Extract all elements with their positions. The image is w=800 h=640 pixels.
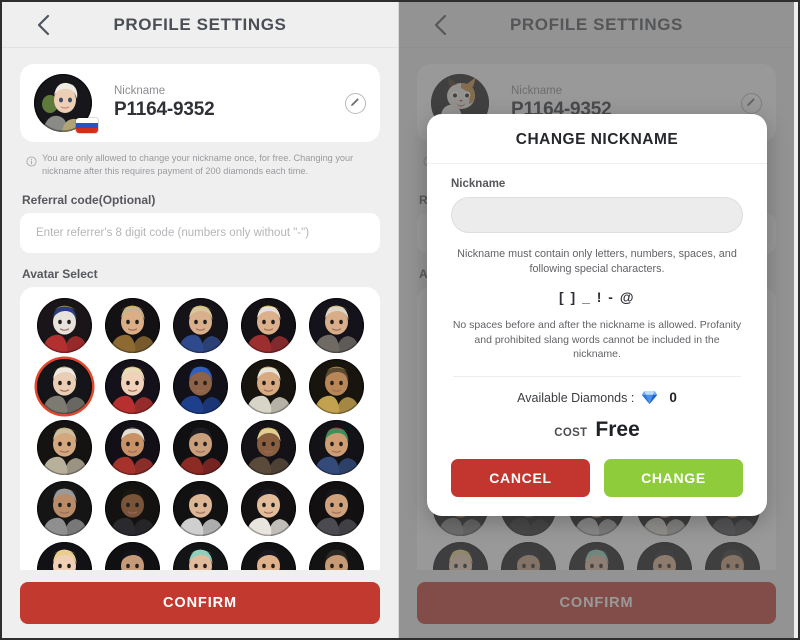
- panel-change-nickname-dialog: PROFILE SETTINGS: [398, 2, 794, 638]
- parrot-sailor-avatar[interactable]: [308, 419, 364, 475]
- laurel-thinker-avatar[interactable]: [240, 358, 296, 414]
- russia-flag-icon: [75, 117, 99, 134]
- pencil-icon: [350, 94, 361, 112]
- sunglasses-boy-avatar[interactable]: [240, 541, 296, 570]
- cost-value: Free: [595, 418, 640, 442]
- available-diamonds-label: Available Diamonds :: [517, 390, 635, 405]
- dialog-rule-text-1: Nickname must contain only letters, numb…: [457, 248, 737, 276]
- crowned-knight-avatar[interactable]: [172, 297, 228, 353]
- edit-nickname-button[interactable]: [345, 92, 366, 114]
- profile-card: Nickname P1164-9352: [20, 64, 380, 142]
- referral-code-label: Referral code(Optional): [22, 192, 156, 207]
- jester-king-avatar[interactable]: [36, 297, 92, 353]
- back-button[interactable]: [30, 12, 56, 38]
- praying-elder-avatar[interactable]: [36, 419, 92, 475]
- available-diamonds-row: Available Diamonds : 0: [451, 390, 743, 405]
- mint-hood-avatar[interactable]: [172, 541, 228, 570]
- chubby-boy-avatar[interactable]: [172, 480, 228, 536]
- page-title: PROFILE SETTINGS: [113, 14, 287, 34]
- dialog-rule-text-2: No spaces before and after the nickname …: [452, 318, 742, 361]
- white-hair-warrior-avatar[interactable]: [36, 358, 92, 414]
- old-mustache-avatar[interactable]: [308, 541, 364, 570]
- dialog-nickname-input[interactable]: [451, 197, 743, 233]
- panel-profile-settings: PROFILE SETTINGS Nickname P1164-9352 You…: [2, 2, 398, 638]
- cost-row: COST Free: [451, 418, 743, 442]
- bronze-helm-avatar[interactable]: [308, 358, 364, 414]
- confirm-bar: CONFIRM: [2, 570, 398, 638]
- profile-avatar[interactable]: [34, 74, 99, 134]
- bearded-king-avatar[interactable]: [104, 297, 160, 353]
- dark-ninja-avatar[interactable]: [172, 419, 228, 475]
- mustache-man-avatar[interactable]: [308, 480, 364, 536]
- avatar-select-label: Avatar Select: [22, 266, 98, 281]
- profile-info: Nickname P1164-9352: [114, 85, 345, 121]
- angry-longhair-avatar[interactable]: [104, 541, 160, 570]
- dialog-divider: [453, 376, 741, 378]
- nickname-value: P1164-9352: [114, 99, 215, 120]
- available-diamonds-value: 0: [669, 390, 677, 406]
- suited-man-avatar[interactable]: [104, 480, 160, 536]
- dialog-title: CHANGE NICKNAME: [427, 114, 767, 164]
- dialog-nickname-label: Nickname: [451, 178, 506, 190]
- smiling-youth-avatar[interactable]: [240, 480, 296, 536]
- change-nickname-dialog: CHANGE NICKNAME Nickname Nickname must c…: [427, 114, 767, 517]
- hooded-sunglasses-avatar[interactable]: [36, 480, 92, 536]
- chevron-left-icon: [37, 14, 50, 36]
- blue-hood-woman-avatar[interactable]: [172, 358, 228, 414]
- cost-label: COST: [554, 427, 588, 440]
- app-screenshot: PROFILE SETTINGS Nickname P1164-9352 You…: [0, 0, 800, 640]
- nickname-label: Nickname: [114, 85, 166, 97]
- blonde-woman-avatar[interactable]: [36, 541, 92, 570]
- cancel-button[interactable]: CANCEL: [451, 459, 590, 498]
- app-bar: PROFILE SETTINGS: [2, 2, 398, 48]
- referral-code-input[interactable]: [20, 212, 380, 253]
- avatar-select-panel: [20, 286, 380, 570]
- info-circle-icon: [26, 154, 37, 179]
- confirm-button[interactable]: CONFIRM: [20, 582, 380, 624]
- diamond-gem-icon: [641, 390, 658, 405]
- dialog-body: Nickname Nickname must contain only lett…: [427, 164, 767, 442]
- nickname-change-note: You are only allowed to change your nick…: [26, 152, 374, 179]
- emperor-avatar[interactable]: [240, 297, 296, 353]
- sword-king-avatar[interactable]: [308, 297, 364, 353]
- note-text: You are only allowed to change your nick…: [42, 153, 354, 177]
- dialog-actions: CANCEL CHANGE: [427, 442, 767, 516]
- pirate-captain-avatar[interactable]: [104, 419, 160, 475]
- avatar-grid: [30, 297, 370, 570]
- dialog-special-characters: [ ] _ ! - @: [558, 288, 636, 305]
- settings-body: Nickname P1164-9352 You are only allowed…: [2, 48, 398, 570]
- golden-queen-avatar[interactable]: [104, 358, 160, 414]
- change-button[interactable]: CHANGE: [604, 459, 743, 498]
- tribal-woman-avatar[interactable]: [240, 419, 296, 475]
